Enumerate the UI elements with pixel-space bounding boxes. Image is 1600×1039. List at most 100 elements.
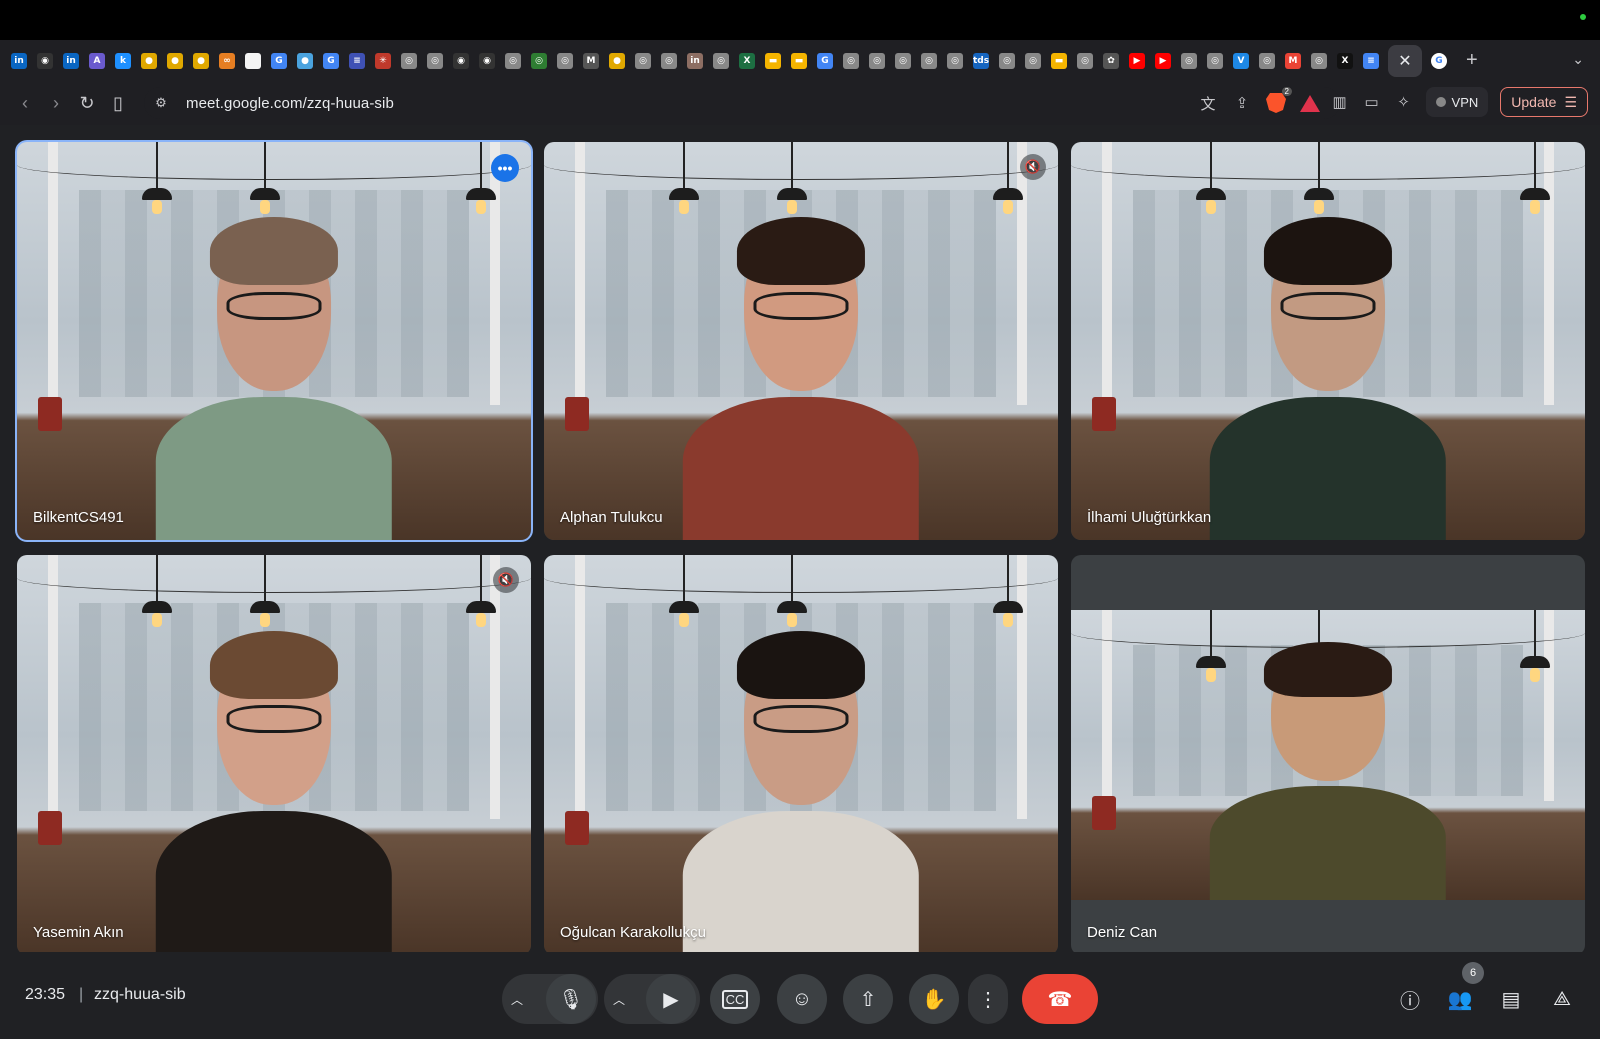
forward-button[interactable]: › xyxy=(45,92,67,114)
x-icon[interactable]: X xyxy=(1337,52,1353,69)
new-tab-button[interactable]: + xyxy=(1466,49,1478,72)
leave-call-button[interactable]: ☎ xyxy=(1022,974,1098,1024)
update-button[interactable]: Update ☰ xyxy=(1500,87,1588,117)
site-icon[interactable]: ● xyxy=(297,52,313,69)
reload-button[interactable]: ↻ xyxy=(76,92,98,114)
participant-tile[interactable]: İlhami Uluğtürkkan xyxy=(1071,142,1585,540)
site-icon[interactable]: ◎ xyxy=(1311,52,1327,69)
raise-hand-button[interactable]: ✋ xyxy=(909,974,959,1024)
youtube-icon[interactable]: ▶ xyxy=(1129,52,1145,69)
site-icon[interactable]: ◎ xyxy=(999,52,1015,69)
tile-more-options-button[interactable]: ••• xyxy=(491,154,519,182)
linkedin-icon[interactable]: in xyxy=(63,52,79,69)
github-icon[interactable]: ◉ xyxy=(453,52,469,69)
chat-button[interactable]: ▤ xyxy=(1497,985,1525,1013)
site-icon[interactable]: ● xyxy=(141,52,157,69)
torso xyxy=(155,811,393,955)
site-icon[interactable]: ◎ xyxy=(1259,52,1275,69)
more-options-button[interactable]: ⋮ xyxy=(968,974,1008,1024)
present-button[interactable]: ⇧ xyxy=(843,974,893,1024)
site-icon[interactable]: ∞ xyxy=(219,52,235,69)
back-button[interactable]: ‹ xyxy=(14,92,36,114)
openai-icon[interactable]: ✿ xyxy=(1103,52,1119,69)
participant-tile[interactable]: Deniz Can xyxy=(1071,555,1585,955)
site-icon[interactable]: ◎ xyxy=(661,52,677,69)
microphone-button[interactable]: 🎙 xyxy=(546,974,596,1024)
activities-button[interactable]: ⟁ xyxy=(1548,985,1576,1013)
github-icon[interactable]: ◉ xyxy=(479,52,495,69)
youtube-icon[interactable]: ▶ xyxy=(1155,52,1171,69)
captions-button[interactable]: CC xyxy=(710,974,760,1024)
vpn-button[interactable]: VPN xyxy=(1425,87,1489,117)
site-icon[interactable]: V xyxy=(1233,52,1249,69)
excel-icon[interactable]: X xyxy=(739,52,755,69)
site-icon[interactable]: ● xyxy=(167,52,183,69)
slides-icon[interactable]: ▬ xyxy=(791,52,807,69)
address-bar[interactable]: ⚙ meet.google.com/zzq-huua-sib 文 ⇪ 2 xyxy=(144,87,1340,119)
leo-ai-icon[interactable]: ✧ xyxy=(1394,92,1414,112)
translate-icon[interactable]: 文 xyxy=(1198,93,1218,113)
audio-options-chevron-icon[interactable]: ︿ xyxy=(502,991,532,1008)
site-icon[interactable]: k xyxy=(115,52,131,69)
site-icon[interactable]: ≡ xyxy=(349,52,365,69)
site-icon[interactable]: ◎ xyxy=(531,52,547,69)
site-icon[interactable]: ◎ xyxy=(869,52,885,69)
participant-video xyxy=(682,217,920,540)
meeting-clock: 23:35 xyxy=(25,986,66,1003)
people-button[interactable]: 👥 xyxy=(1446,985,1474,1013)
pendant-lamp xyxy=(776,142,807,214)
participant-tile[interactable]: BilkentCS491 ••• xyxy=(15,140,533,542)
sidebar-icon[interactable]: ▥ xyxy=(1330,92,1350,112)
reactions-button[interactable]: ☺ xyxy=(777,974,827,1024)
site-icon[interactable]: ◎ xyxy=(947,52,963,69)
brave-shields-icon[interactable]: 2 xyxy=(1266,87,1292,113)
site-icon[interactable]: ◎ xyxy=(843,52,859,69)
google-icon[interactable]: G xyxy=(1431,52,1447,69)
share-icon[interactable]: ⇪ xyxy=(1232,93,1252,113)
wallet-icon[interactable]: ▭ xyxy=(1362,92,1382,112)
github-icon[interactable]: ◉ xyxy=(37,52,53,69)
meeting-details-button[interactable]: ⓘ xyxy=(1396,985,1424,1013)
video-options-chevron-icon[interactable]: ︿ xyxy=(604,991,634,1008)
site-icon[interactable]: ◎ xyxy=(713,52,729,69)
site-icon[interactable]: ✳ xyxy=(375,52,391,69)
participant-tile[interactable]: Oğulcan Karakollukçu xyxy=(544,555,1058,955)
site-icon[interactable]: tds xyxy=(973,52,989,69)
site-icon[interactable]: ◎ xyxy=(635,52,651,69)
url-text[interactable]: meet.google.com/zzq-huua-sib xyxy=(186,95,394,112)
gmail-icon[interactable]: M xyxy=(1285,52,1301,69)
site-icon[interactable]: ◎ xyxy=(505,52,521,69)
site-icon[interactable]: ◎ xyxy=(921,52,937,69)
participant-tile[interactable]: Yasemin Akın 🔇 xyxy=(17,555,531,955)
site-icon[interactable]: ◎ xyxy=(1077,52,1093,69)
site-icon[interactable]: ◎ xyxy=(1181,52,1197,69)
tab-search-chevron-icon[interactable]: ⌄ xyxy=(1572,51,1584,68)
hair xyxy=(737,630,865,700)
site-settings-icon[interactable]: ⚙ xyxy=(152,94,170,112)
site-icon[interactable]: in xyxy=(687,52,703,69)
linkedin-icon[interactable]: in xyxy=(11,52,27,69)
site-icon[interactable]: ◎ xyxy=(401,52,417,69)
slides-icon[interactable]: ▬ xyxy=(765,52,781,69)
participant-tile[interactable]: Alphan Tulukcu 🔇 xyxy=(544,142,1058,540)
camera-button[interactable]: ▶ xyxy=(646,974,696,1024)
slides-icon[interactable]: ▬ xyxy=(1051,52,1067,69)
participant-video xyxy=(1209,642,1447,900)
brave-rewards-icon[interactable] xyxy=(1300,93,1320,113)
site-icon[interactable]: A xyxy=(89,52,105,69)
site-icon[interactable]: ● xyxy=(193,52,209,69)
site-icon[interactable] xyxy=(245,52,261,69)
google-icon[interactable]: G xyxy=(817,52,833,69)
site-icon[interactable]: ◎ xyxy=(1207,52,1223,69)
bookmark-button[interactable]: ▯ xyxy=(107,92,129,114)
site-icon[interactable]: ◎ xyxy=(1025,52,1041,69)
site-icon[interactable]: ◎ xyxy=(895,52,911,69)
google-icon[interactable]: G xyxy=(271,52,287,69)
google-icon[interactable]: G xyxy=(323,52,339,69)
site-icon[interactable]: ● xyxy=(609,52,625,69)
site-icon[interactable]: M xyxy=(583,52,599,69)
tab-close-active[interactable]: ✕ xyxy=(1388,44,1422,77)
docs-icon[interactable]: ≡ xyxy=(1363,52,1379,69)
site-icon[interactable]: ◎ xyxy=(557,52,573,69)
site-icon[interactable]: ◎ xyxy=(427,52,443,69)
